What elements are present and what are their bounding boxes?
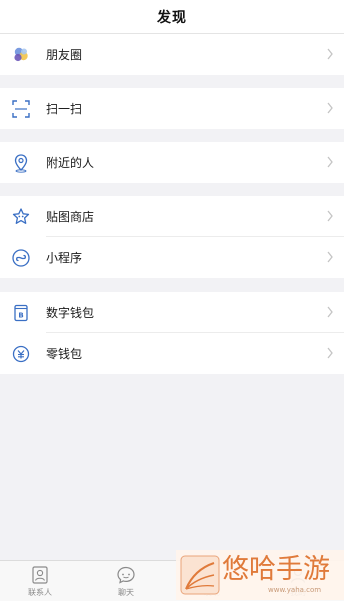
list-item-label: 小程序: [46, 251, 83, 265]
navigation-bar: 发现: [0, 0, 344, 34]
chevron-right-icon: [326, 251, 334, 263]
tab-label: 聊天: [118, 588, 134, 597]
list-item-change-wallet[interactable]: 零钱包: [0, 333, 344, 374]
list-item-label: 数字钱包: [46, 306, 95, 320]
group-nearby: 附近的人: [0, 142, 344, 183]
list-item-moments[interactable]: 朋友圈: [0, 34, 344, 75]
list-item-mini-program[interactable]: 小程序: [0, 237, 344, 278]
chevron-right-icon: [326, 210, 334, 222]
watermark-url: www.yaha.com: [268, 586, 322, 594]
chevron-right-icon: [326, 306, 334, 318]
list-item-label: 扫一扫: [46, 102, 83, 116]
chevron-right-icon: [326, 347, 334, 359]
tab-label: 联系人: [28, 588, 52, 597]
chat-icon: [116, 565, 136, 585]
list-item-sticker-store[interactable]: 贴图商店: [0, 196, 344, 237]
group-scan: 扫一扫: [0, 88, 344, 129]
watermark-text: 悠哈手游: [222, 554, 330, 585]
location-pin-icon: [11, 153, 31, 173]
tab-chat[interactable]: 聊天: [101, 565, 151, 601]
watermark-logo-icon: [180, 555, 220, 595]
sticker-icon: [11, 207, 31, 227]
group-stickers-miniprogram: 贴图商店 小程序: [0, 196, 344, 278]
page-title: 发现: [157, 9, 187, 26]
list-item-label: 贴图商店: [46, 210, 95, 224]
tab-contacts[interactable]: 联系人: [15, 565, 65, 601]
chevron-right-icon: [326, 156, 334, 168]
watermark-overlay: 悠哈手游 www.yaha.com: [176, 550, 344, 600]
list-item-digital-wallet[interactable]: B 数字钱包: [0, 292, 344, 333]
contacts-icon: [30, 565, 50, 585]
digital-wallet-icon: B: [11, 303, 31, 323]
list-item-scan[interactable]: 扫一扫: [0, 88, 344, 129]
list-item-label: 零钱包: [46, 347, 83, 361]
svg-text:B: B: [18, 312, 23, 320]
chevron-right-icon: [326, 48, 334, 60]
group-moments: 朋友圈: [0, 34, 344, 75]
chevron-right-icon: [326, 102, 334, 114]
moments-icon: [11, 45, 31, 65]
scan-icon: [11, 99, 31, 119]
list-item-label: 附近的人: [46, 156, 95, 170]
change-wallet-icon: [11, 344, 31, 364]
list-item-nearby[interactable]: 附近的人: [0, 142, 344, 183]
group-wallets: B 数字钱包 零钱包: [0, 292, 344, 374]
mini-program-icon: [11, 248, 31, 268]
list-item-label: 朋友圈: [46, 48, 83, 62]
